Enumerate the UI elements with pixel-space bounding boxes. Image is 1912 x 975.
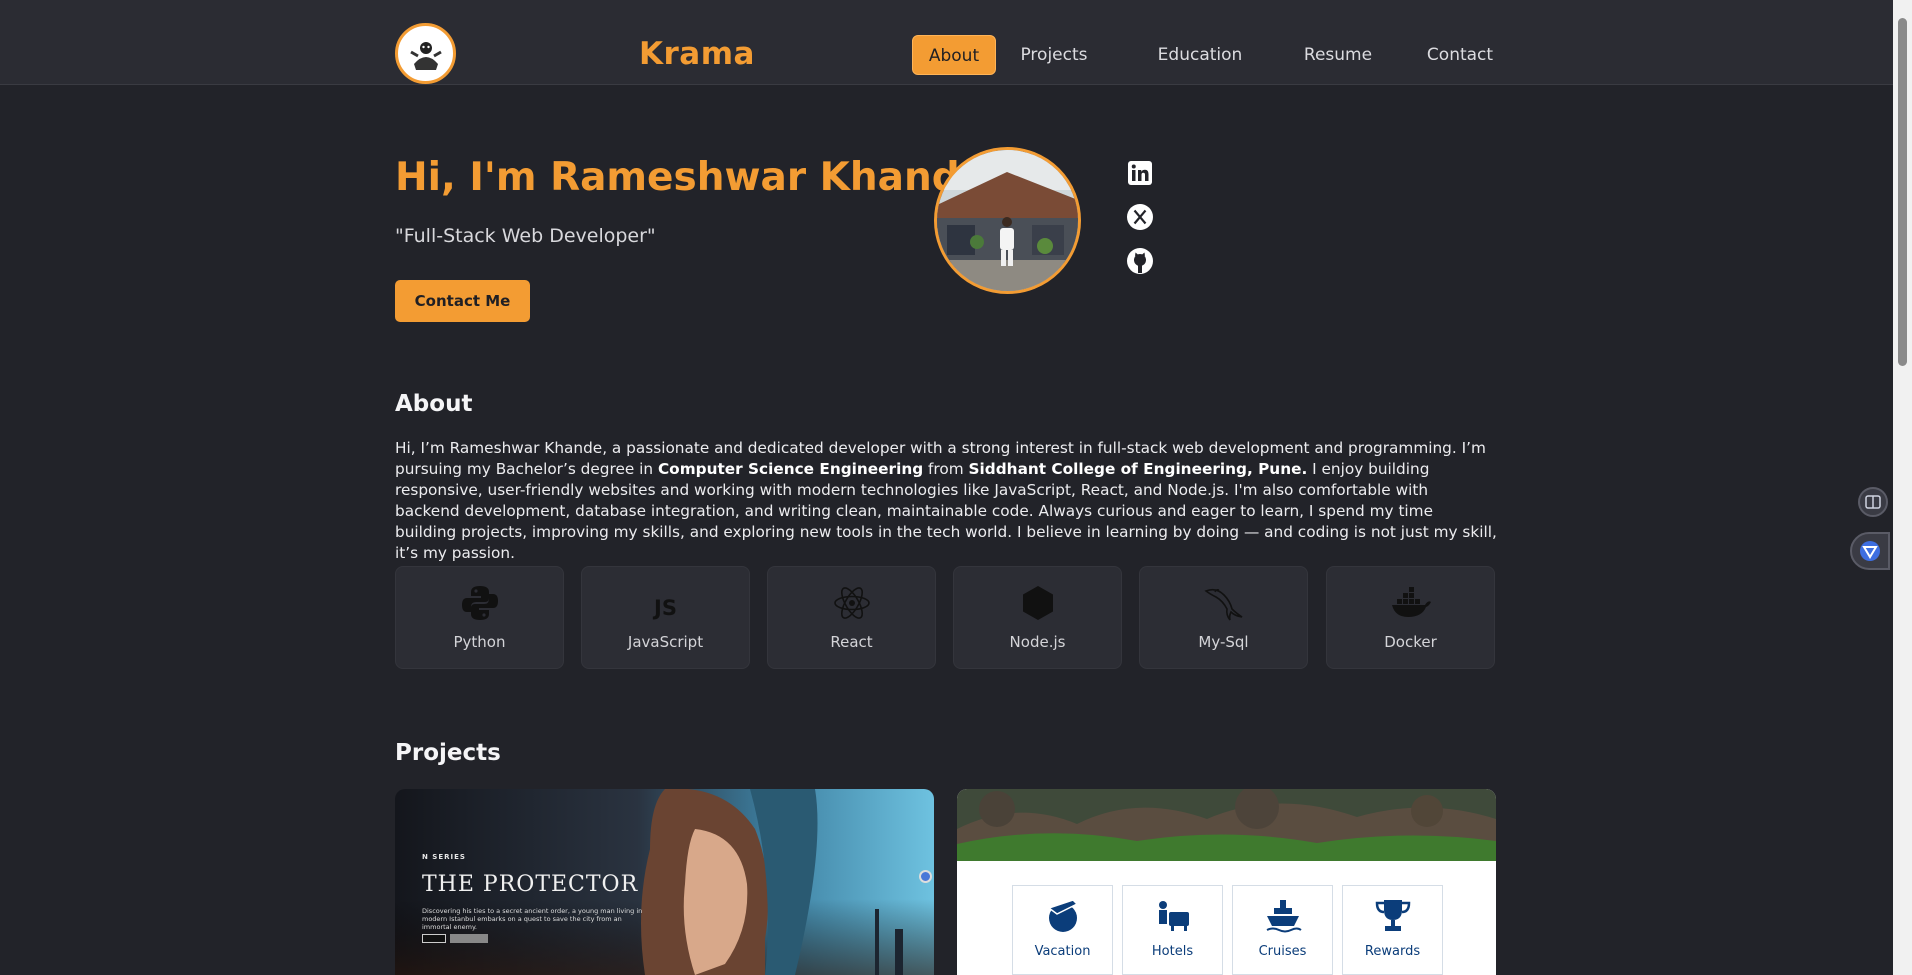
hotel-icon: [1159, 901, 1189, 931]
hero-subtitle: "Full-Stack Web Developer": [395, 225, 656, 247]
ship-icon: [1266, 900, 1302, 933]
brand-name[interactable]: Krama: [639, 36, 755, 72]
college-name: Siddhant College of Engineering, Pune.: [968, 460, 1308, 478]
skill-card-python[interactable]: Python: [395, 566, 564, 669]
mysql-icon: [1140, 583, 1307, 623]
page-scrollbar[interactable]: [1893, 0, 1912, 975]
nav-contact[interactable]: Contact: [1412, 35, 1508, 75]
nav-resume[interactable]: Resume: [1290, 35, 1386, 75]
about-text-part: from: [923, 460, 969, 478]
js-icon-text: JS: [654, 596, 677, 620]
tile-cruises[interactable]: Cruises: [1232, 885, 1333, 975]
js-icon: JS: [582, 583, 749, 623]
overlay-badge-icon: [919, 870, 932, 883]
skill-card-javascript[interactable]: JS JavaScript: [581, 566, 750, 669]
series-badge: N SERIES: [422, 853, 466, 861]
tile-rewards[interactable]: Rewards: [1342, 885, 1443, 975]
skill-label: Python: [453, 633, 506, 651]
github-icon[interactable]: [1126, 247, 1156, 277]
python-icon: [396, 583, 563, 623]
globe-plane-icon: [1047, 899, 1079, 932]
skill-card-nodejs[interactable]: Node.js: [953, 566, 1122, 669]
skill-label: JavaScript: [627, 633, 704, 651]
hero-title: Hi, I'm Rameshwar Khande: [395, 155, 987, 200]
nav-projects[interactable]: Projects: [1012, 35, 1096, 75]
skill-label: React: [830, 633, 873, 651]
top-navbar: Krama About Projects Education Resume Co…: [0, 0, 1893, 85]
tile-vacation[interactable]: Vacation: [1012, 885, 1113, 975]
play-store-badge: [422, 934, 446, 943]
extension-shield-icon[interactable]: [1850, 532, 1890, 570]
docker-icon: [1327, 583, 1494, 623]
about-heading: About: [395, 391, 473, 417]
skill-card-docker[interactable]: Docker: [1326, 566, 1495, 669]
logo-icon: [409, 41, 442, 70]
reader-mode-icon[interactable]: [1858, 487, 1888, 517]
project-title: THE PROTECTOR: [422, 872, 639, 897]
tile-hotels[interactable]: Hotels: [1122, 885, 1223, 975]
tile-label: Cruises: [1258, 944, 1307, 959]
tile-label: Rewards: [1364, 944, 1421, 959]
travel-banner-image: [957, 789, 1496, 861]
profile-photo: [934, 147, 1081, 294]
project-card-protector[interactable]: N SERIES THE PROTECTOR Discovering his t…: [395, 789, 934, 975]
skill-label: Node.js: [1009, 633, 1066, 651]
project-blurb: Discovering his ties to a secret ancient…: [422, 907, 643, 931]
linkedin-icon[interactable]: [1126, 159, 1156, 189]
nav-about[interactable]: About: [912, 35, 996, 75]
trophy-icon: [1375, 900, 1411, 931]
react-icon: [768, 583, 935, 623]
skill-label: Docker: [1384, 633, 1437, 651]
project-card-travel[interactable]: Vacation Hotels Cruises Rewards: [957, 789, 1496, 975]
projects-heading: Projects: [395, 740, 501, 766]
more-info-badge: [450, 934, 488, 943]
tile-label: Hotels: [1151, 944, 1194, 959]
about-paragraph: Hi, I’m Rameshwar Khande, a passionate a…: [395, 438, 1497, 564]
skill-card-react[interactable]: React: [767, 566, 936, 669]
x-twitter-icon[interactable]: [1126, 203, 1156, 233]
contact-me-button[interactable]: Contact Me: [395, 280, 530, 322]
tile-label: Vacation: [1034, 944, 1091, 959]
scrollbar-thumb[interactable]: [1898, 18, 1907, 366]
logo-avatar[interactable]: [395, 23, 456, 84]
degree-name: Computer Science Engineering: [657, 460, 924, 478]
skill-label: My-Sql: [1198, 633, 1249, 651]
nodejs-icon: [954, 583, 1121, 623]
nav-education[interactable]: Education: [1150, 35, 1250, 75]
skill-card-mysql[interactable]: My-Sql: [1139, 566, 1308, 669]
